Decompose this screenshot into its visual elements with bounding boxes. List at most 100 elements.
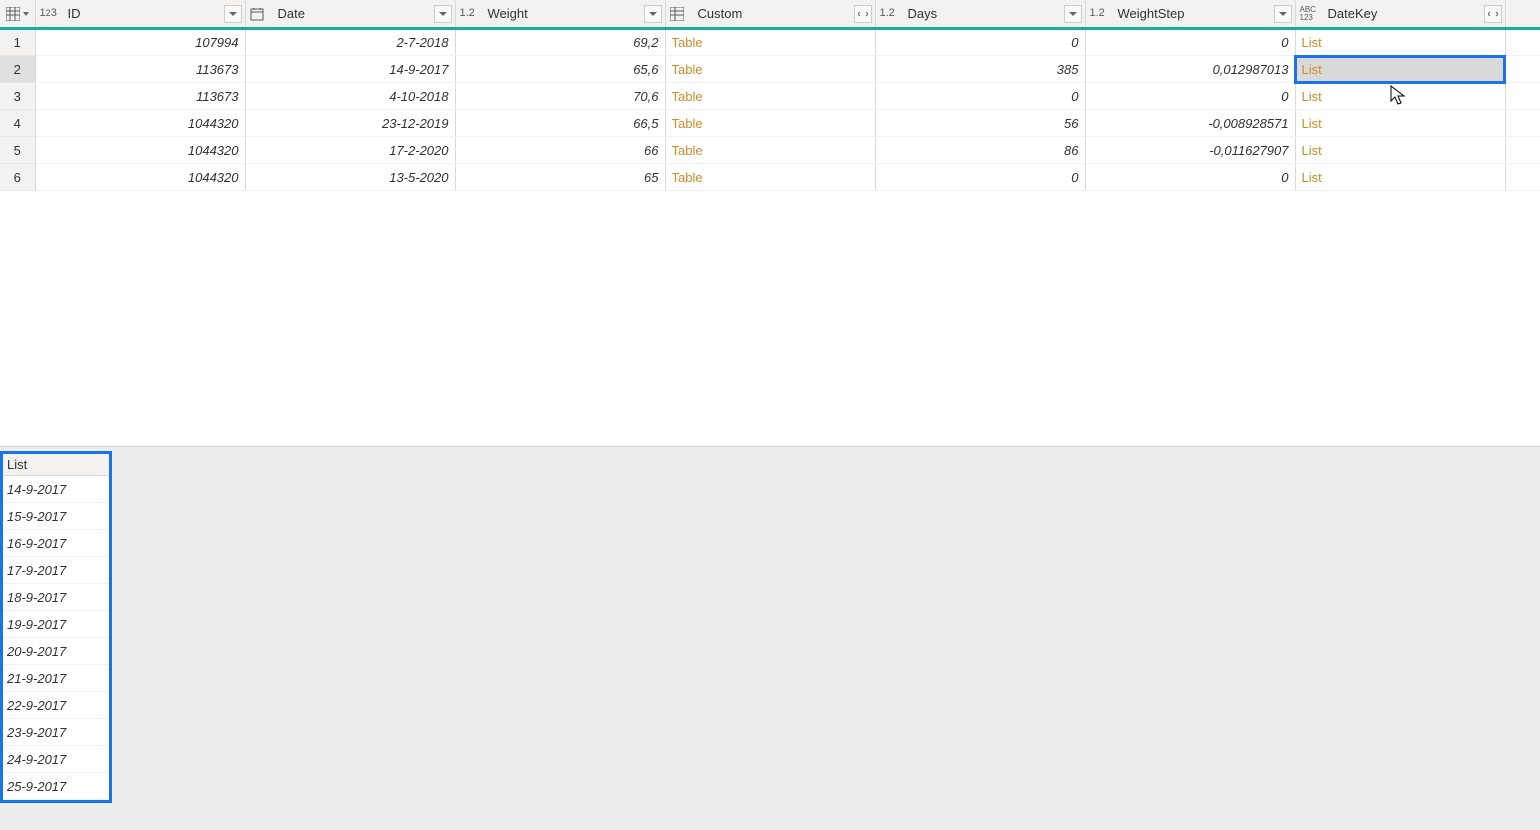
preview-list-item[interactable]: 25-9-2017 (3, 773, 109, 800)
preview-list-item[interactable]: 23-9-2017 (3, 719, 109, 746)
cell-datekey[interactable]: List (1295, 56, 1505, 83)
type-decimal-icon: 1.2 (880, 8, 904, 19)
cell-custom[interactable]: Table (665, 29, 875, 56)
row-number[interactable]: 4 (0, 110, 35, 137)
row-number[interactable]: 5 (0, 137, 35, 164)
cell-weight[interactable]: 69,2 (455, 29, 665, 56)
cell-id[interactable]: 1044320 (35, 164, 245, 191)
expand-column-button[interactable] (854, 5, 872, 23)
preview-list-item[interactable]: 19-9-2017 (3, 611, 109, 638)
preview-list[interactable]: List 14-9-201715-9-201716-9-201717-9-201… (0, 451, 112, 803)
row-number[interactable]: 1 (0, 29, 35, 56)
cell-weightstep[interactable]: 0 (1085, 83, 1295, 110)
table-row[interactable]: 31136734-10-201870,6 Table 00 List (0, 83, 1540, 110)
column-header-weightstep[interactable]: 1.2 WeightStep (1085, 0, 1295, 29)
cell-weightstep[interactable]: 0 (1085, 29, 1295, 56)
cell-datekey-link[interactable]: List (1302, 116, 1322, 131)
column-header-custom[interactable]: Custom (665, 0, 875, 29)
cell-days[interactable]: 0 (875, 83, 1085, 110)
cell-id[interactable]: 113673 (35, 56, 245, 83)
cell-custom[interactable]: Table (665, 137, 875, 164)
cell-datekey-link[interactable]: List (1302, 35, 1322, 50)
filter-button[interactable] (1064, 5, 1082, 23)
cell-id[interactable]: 107994 (35, 29, 245, 56)
cell-date[interactable]: 14-9-2017 (245, 56, 455, 83)
filter-button[interactable] (1274, 5, 1292, 23)
cell-custom-link[interactable]: Table (672, 35, 703, 50)
filter-button[interactable] (434, 5, 452, 23)
cell-days[interactable]: 56 (875, 110, 1085, 137)
preview-list-item[interactable]: 16-9-2017 (3, 530, 109, 557)
row-number[interactable]: 6 (0, 164, 35, 191)
cell-custom-link[interactable]: Table (672, 62, 703, 77)
cell-custom[interactable]: Table (665, 83, 875, 110)
cell-custom-link[interactable]: Table (672, 116, 703, 131)
preview-list-item[interactable]: 18-9-2017 (3, 584, 109, 611)
table-row[interactable]: 211367314-9-201765,6 Table 3850,012987013 L… (0, 56, 1540, 83)
filter-button[interactable] (224, 5, 242, 23)
cell-datekey[interactable]: List (1295, 110, 1505, 137)
cell-custom-link[interactable]: Table (672, 89, 703, 104)
cell-datekey-link[interactable]: List (1302, 143, 1322, 158)
cell-custom-link[interactable]: Table (672, 170, 703, 185)
spacer-cell (1505, 164, 1540, 191)
cell-date[interactable]: 2-7-2018 (245, 29, 455, 56)
cell-weightstep[interactable]: 0 (1085, 164, 1295, 191)
column-header-datekey[interactable]: ABC123 DateKey (1295, 0, 1505, 29)
cell-date[interactable]: 23-12-2019 (245, 110, 455, 137)
cell-custom[interactable]: Table (665, 56, 875, 83)
cell-custom[interactable]: Table (665, 164, 875, 191)
cell-custom[interactable]: Table (665, 110, 875, 137)
column-header-weight[interactable]: 1.2 Weight (455, 0, 665, 29)
table-select-all[interactable] (0, 0, 35, 29)
cell-weight[interactable]: 65,6 (455, 56, 665, 83)
type-decimal-icon: 1.2 (460, 8, 484, 19)
cell-datekey[interactable]: List (1295, 83, 1505, 110)
cell-datekey[interactable]: List (1295, 137, 1505, 164)
cell-date[interactable]: 4-10-2018 (245, 83, 455, 110)
table-row[interactable]: 6104432013-5-202065 Table 00 List (0, 164, 1540, 191)
preview-list-item[interactable]: 22-9-2017 (3, 692, 109, 719)
cell-id[interactable]: 1044320 (35, 110, 245, 137)
cell-datekey[interactable]: List (1295, 164, 1505, 191)
table-row[interactable]: 11079942-7-201869,2 Table 00 List (0, 29, 1540, 56)
cell-datekey-link[interactable]: List (1302, 89, 1322, 104)
row-number[interactable]: 3 (0, 83, 35, 110)
cell-weight[interactable]: 65 (455, 164, 665, 191)
table-row[interactable]: 5104432017-2-202066 Table 86-0,011627907 Li… (0, 137, 1540, 164)
row-number[interactable]: 2 (0, 56, 35, 83)
cell-days[interactable]: 86 (875, 137, 1085, 164)
cell-datekey-link[interactable]: List (1302, 170, 1322, 185)
expand-column-button[interactable] (1484, 5, 1502, 23)
cell-days[interactable]: 0 (875, 164, 1085, 191)
type-table-icon (670, 7, 694, 21)
column-header-days[interactable]: 1.2 Days (875, 0, 1085, 29)
cell-weightstep[interactable]: 0,012987013 (1085, 56, 1295, 83)
data-table-panel: 123 ID Date 1.2 Weight (0, 0, 1540, 446)
cell-date[interactable]: 13-5-2020 (245, 164, 455, 191)
cell-weightstep[interactable]: -0,011627907 (1085, 137, 1295, 164)
preview-list-item[interactable]: 15-9-2017 (3, 503, 109, 530)
column-header-date[interactable]: Date (245, 0, 455, 29)
cell-datekey[interactable]: List (1295, 29, 1505, 56)
cell-days[interactable]: 0 (875, 29, 1085, 56)
table-row[interactable]: 4104432023-12-201966,5 Table 56-0,00892857… (0, 110, 1540, 137)
cell-custom-link[interactable]: Table (672, 143, 703, 158)
preview-list-item[interactable]: 21-9-2017 (3, 665, 109, 692)
cell-date[interactable]: 17-2-2020 (245, 137, 455, 164)
cell-weightstep[interactable]: -0,008928571 (1085, 110, 1295, 137)
cell-weight[interactable]: 70,6 (455, 83, 665, 110)
preview-list-item[interactable]: 20-9-2017 (3, 638, 109, 665)
preview-header: List (3, 454, 109, 476)
column-header-id[interactable]: 123 ID (35, 0, 245, 29)
preview-list-item[interactable]: 24-9-2017 (3, 746, 109, 773)
preview-list-item[interactable]: 17-9-2017 (3, 557, 109, 584)
preview-list-item[interactable]: 14-9-2017 (3, 476, 109, 503)
cell-id[interactable]: 1044320 (35, 137, 245, 164)
cell-datekey-link[interactable]: List (1302, 62, 1322, 77)
cell-id[interactable]: 113673 (35, 83, 245, 110)
filter-button[interactable] (644, 5, 662, 23)
cell-days[interactable]: 385 (875, 56, 1085, 83)
cell-weight[interactable]: 66,5 (455, 110, 665, 137)
cell-weight[interactable]: 66 (455, 137, 665, 164)
